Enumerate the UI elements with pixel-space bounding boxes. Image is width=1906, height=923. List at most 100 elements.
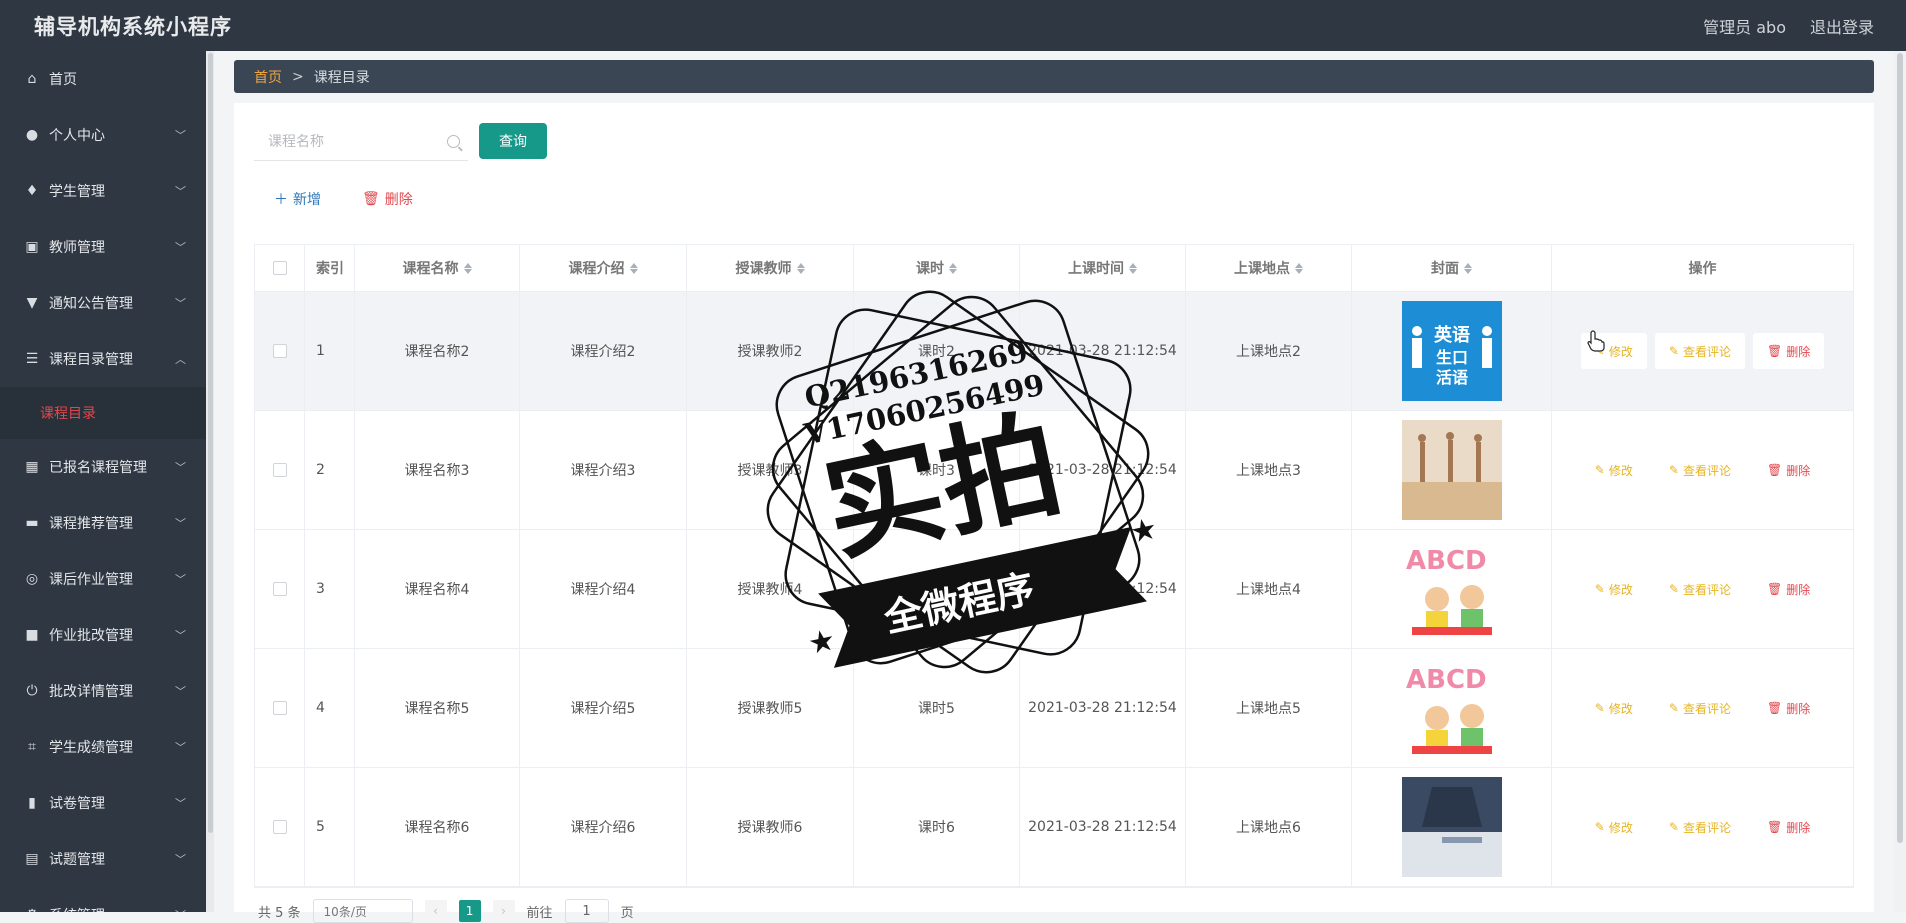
cell-index: 2	[305, 411, 355, 529]
header-teacher-label: 授课教师	[735, 261, 792, 277]
prev-page-button[interactable]: ‹	[424, 900, 447, 922]
edit-button[interactable]: ✎修改	[1581, 571, 1647, 607]
sort-icon[interactable]	[1295, 262, 1303, 274]
sidebar-item-5[interactable]: ☰ 课程目录管理 ︿	[0, 331, 206, 387]
cell-location: 上课地点6	[1186, 768, 1352, 886]
edit-icon: ✎	[1668, 344, 1679, 358]
app-title: 辅导机构系统小程序	[34, 14, 232, 39]
goto-page-input[interactable]: 1	[564, 899, 609, 923]
next-page-button[interactable]: ›	[492, 900, 515, 922]
header-course-intro[interactable]: 课程介绍	[520, 245, 687, 291]
search-icon[interactable]	[447, 135, 460, 148]
view-comments-button[interactable]: ✎ 查看评论	[1654, 333, 1745, 369]
list-icon: ☰	[25, 351, 39, 367]
edit-button[interactable]: ✎修改	[1581, 809, 1647, 845]
view-comments-label: 查看评论	[1682, 463, 1731, 478]
sidebar-item-3[interactable]: ▣ 教师管理 ﹀	[0, 219, 206, 275]
sidebar-item-13[interactable]: ▤ 试题管理 ﹀	[0, 831, 206, 887]
row-checkbox[interactable]	[272, 701, 287, 715]
logout-link[interactable]: 退出登录	[1810, 14, 1874, 38]
sort-icon[interactable]	[629, 262, 638, 274]
sidebar-item-1[interactable]: ● 个人中心 ﹀	[0, 107, 206, 163]
cell-cover: ABCD	[1352, 649, 1552, 767]
page-number[interactable]: 1	[458, 900, 481, 922]
page-size-select[interactable]: 10条/页	[312, 899, 413, 923]
breadcrumb-home[interactable]: 首页	[254, 67, 282, 87]
sidebar-item-8[interactable]: ◎ 课后作业管理 ﹀	[0, 551, 206, 607]
header-time[interactable]: 上课时间	[1020, 245, 1186, 291]
sidebar-item-10[interactable]: ⏻ 批改详情管理 ﹀	[0, 663, 206, 719]
chart-icon: ▮	[28, 795, 36, 811]
course-table: 索引 课程名称 课程介绍 授课教师 课时 上课时间 上课地点 封面 操作 1 课程…	[254, 244, 1854, 888]
trash-icon: 🗑	[362, 191, 380, 207]
delete-row-button[interactable]: 🗑 删除	[1753, 571, 1824, 607]
chevron-down-icon: ﹀	[175, 629, 186, 642]
video-icon: ■	[25, 627, 39, 643]
header-hours[interactable]: 课时	[854, 245, 1020, 291]
header-location[interactable]: 上课地点	[1186, 245, 1352, 291]
cell-time: 2021-03-28 21:12:54	[1020, 292, 1186, 410]
edit-button[interactable]: ✎修改	[1581, 452, 1647, 488]
sidebar-item-label: 课程推荐管理	[49, 516, 133, 532]
edit-icon: ✎	[1594, 463, 1605, 477]
sidebar-item-14[interactable]: ⚙ 系统管理 ﹀	[0, 887, 206, 912]
sidebar-subitem-course-catalog[interactable]: 课程目录	[0, 387, 206, 439]
admin-user[interactable]: 管理员 abo	[1703, 14, 1786, 38]
header-cover[interactable]: 封面	[1352, 245, 1552, 291]
sidebar-scrollbar[interactable]	[208, 53, 213, 833]
header-teacher[interactable]: 授课教师	[687, 245, 854, 291]
delete-row-button[interactable]: 🗑 删除	[1752, 333, 1825, 369]
row-checkbox[interactable]	[272, 344, 287, 358]
edit-label: 修改	[1608, 344, 1633, 359]
sidebar-item-label: 首页	[49, 72, 77, 88]
view-comments-button[interactable]: ✎ 查看评论	[1655, 690, 1745, 726]
delete-label: 删除	[1786, 701, 1811, 716]
cell-ops: ✎修改✎查看评论🗑删除	[1552, 768, 1853, 886]
view-comments-button[interactable]: ✎ 查看评论	[1655, 571, 1745, 607]
delete-row-button[interactable]: 🗑 删除	[1753, 809, 1824, 845]
edit-icon: ✎	[1594, 701, 1605, 715]
delete-row-button[interactable]: 🗑 删除	[1753, 452, 1824, 488]
row-checkbox[interactable]	[272, 463, 287, 477]
settings-icon: ⚙	[24, 907, 40, 912]
batch-delete-button[interactable]: 🗑 删除	[362, 189, 413, 209]
query-button[interactable]: 查询	[479, 123, 547, 159]
sort-icon[interactable]	[1129, 262, 1137, 274]
view-comments-button[interactable]: ✎ 查看评论	[1655, 452, 1745, 488]
delete-label: 删除	[1786, 344, 1811, 359]
add-button[interactable]: ＋ 新增	[274, 189, 321, 209]
sidebar-item-11[interactable]: ⌗ 学生成绩管理 ﹀	[0, 719, 206, 775]
course-name-search-input[interactable]	[254, 123, 434, 160]
cell-teacher: 授课教师2	[687, 292, 854, 410]
sidebar-item-9[interactable]: ■ 作业批改管理 ﹀	[0, 607, 206, 663]
sort-icon[interactable]	[463, 262, 472, 274]
delete-row-button[interactable]: 🗑 删除	[1753, 690, 1824, 726]
page-scrollbar[interactable]	[1897, 53, 1903, 843]
select-all-checkbox[interactable]	[272, 261, 287, 275]
header-course-name[interactable]: 课程名称	[355, 245, 520, 291]
chevron-down-icon: ﹀	[175, 517, 186, 530]
row-checkbox[interactable]	[272, 820, 287, 834]
sidebar-item-12[interactable]: ▮ 试卷管理 ﹀	[0, 775, 206, 831]
sidebar-item-4[interactable]: ▼ 通知公告管理 ﹀	[0, 275, 206, 331]
sort-icon[interactable]	[796, 262, 805, 274]
view-comments-button[interactable]: ✎ 查看评论	[1655, 809, 1745, 845]
chevron-down-icon: ﹀	[175, 853, 186, 866]
row-checkbox[interactable]	[272, 582, 287, 596]
sidebar-item-label: 课程目录管理	[49, 352, 133, 368]
sidebar-item-0[interactable]: ⌂ 首页	[0, 51, 206, 107]
sidebar-item-7[interactable]: ▬ 课程推荐管理 ﹀	[0, 495, 206, 551]
chevron-down-icon: ﹀	[175, 573, 186, 586]
sort-icon[interactable]	[949, 262, 957, 274]
header-hours-label: 课时	[916, 261, 944, 277]
edit-button[interactable]: ✎修改	[1581, 690, 1647, 726]
sidebar-item-6[interactable]: ▦ 已报名课程管理 ﹀	[0, 439, 206, 495]
sort-icon[interactable]	[1464, 262, 1472, 274]
sidebar-item-2[interactable]: ♦ 学生管理 ﹀	[0, 163, 206, 219]
cover-image	[1401, 777, 1502, 877]
trash-icon: 🗑	[1766, 582, 1783, 596]
crop-icon: ⌗	[28, 739, 36, 755]
table-body: 1 课程名称2 课程介绍2 授课教师2 课时2 2021-03-28 21:12:54 上课…	[255, 292, 1853, 887]
edit-icon: ✎	[1668, 701, 1679, 715]
top-bar: 辅导机构系统小程序 管理员 abo 退出登录	[0, 0, 1906, 51]
